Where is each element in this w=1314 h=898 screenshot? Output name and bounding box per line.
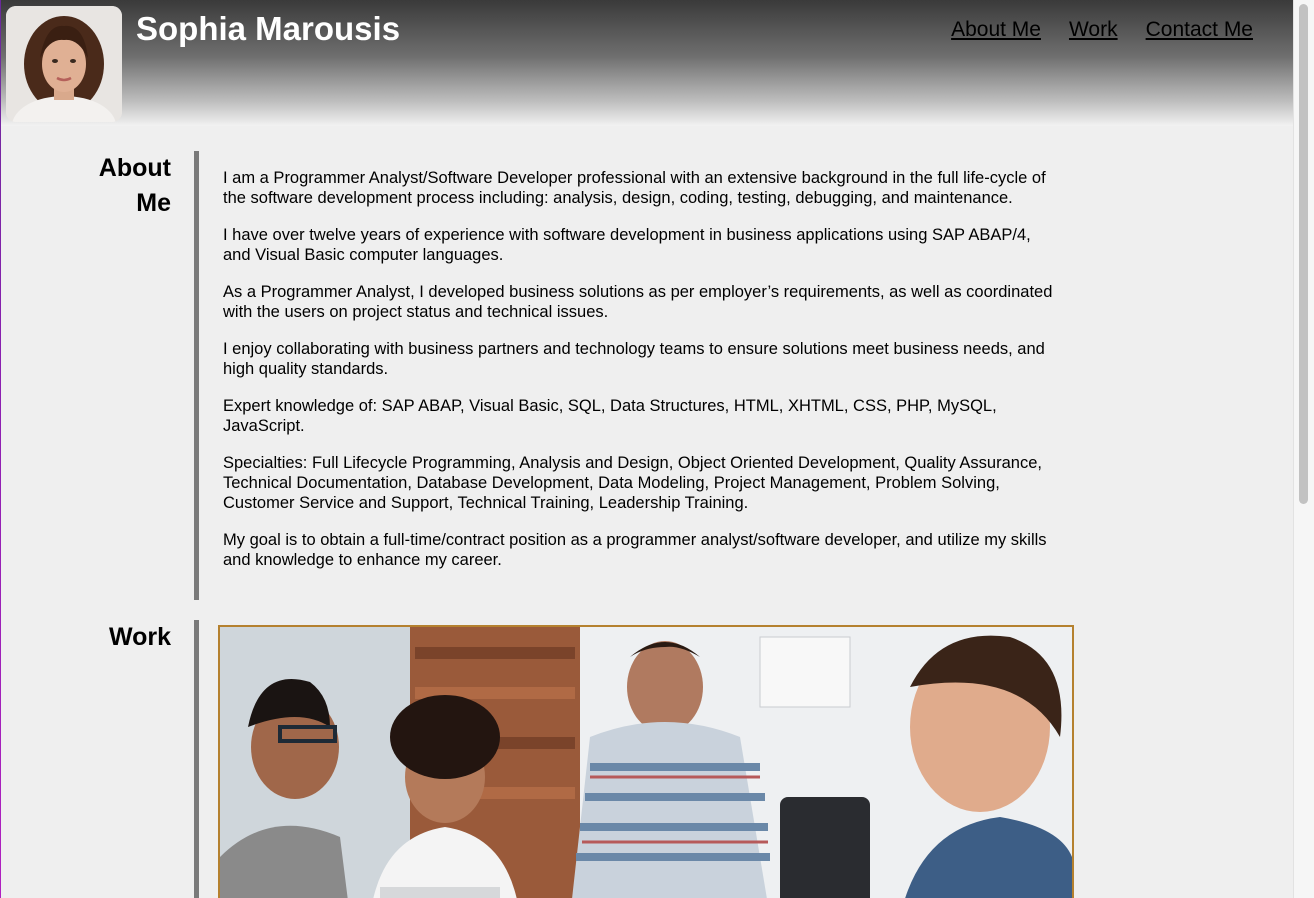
nav-link-contact-me[interactable]: Contact Me: [1146, 18, 1253, 42]
work-divider: [194, 620, 199, 898]
profile-photo: [6, 6, 122, 122]
site-header: Sophia Marousis About Me Work Contact Me: [1, 0, 1293, 126]
scrollbar-thumb[interactable]: [1299, 4, 1308, 504]
work-heading: Work: [108, 623, 171, 651]
page-scrollbar[interactable]: [1293, 0, 1314, 898]
about-heading-line1: About: [98, 154, 171, 182]
nav-link-about-me[interactable]: About Me: [951, 18, 1041, 42]
nav-link-work[interactable]: Work: [1069, 18, 1118, 42]
site-title: Sophia Marousis: [136, 10, 401, 47]
about-paragraph: My goal is to obtain a full-time/contrac…: [223, 531, 1047, 569]
about-paragraph: I enjoy collaborating with business part…: [223, 340, 1045, 378]
about-paragraph: As a Programmer Analyst, I developed bus…: [223, 283, 1053, 321]
about-divider: [194, 151, 199, 600]
about-paragraph: Expert knowledge of: SAP ABAP, Visual Ba…: [223, 397, 997, 435]
about-heading: About Me: [61, 151, 171, 221]
about-heading-line2: Me: [136, 189, 171, 217]
about-paragraph: I have over twelve years of experience w…: [223, 226, 1031, 264]
main-nav: About Me Work Contact Me: [951, 18, 1253, 42]
browser-viewport: Sophia Marousis About Me Work Contact Me…: [1, 0, 1293, 898]
about-paragraph: Specialties: Full Lifecycle Programming,…: [223, 454, 1042, 512]
work-photo: [218, 625, 1074, 898]
about-content: I am a Programmer Analyst/Software Devel…: [223, 168, 1053, 587]
about-paragraph: I am a Programmer Analyst/Software Devel…: [223, 169, 1046, 207]
